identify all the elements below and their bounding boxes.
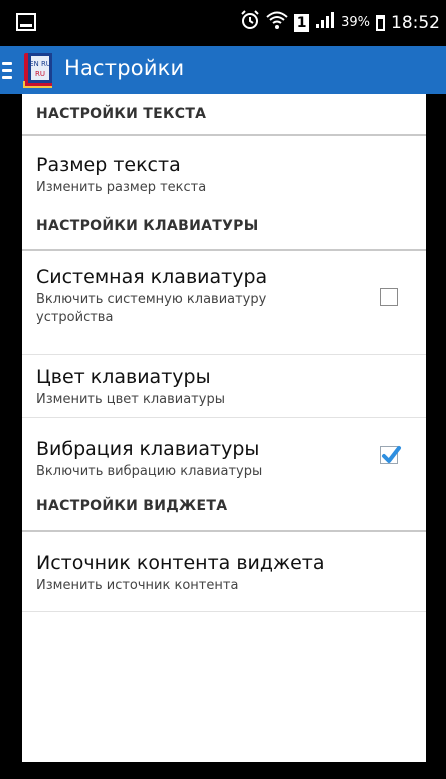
pref-title: Цвет клавиатуры <box>36 366 211 388</box>
svg-text:EN RU: EN RU <box>29 60 51 68</box>
app-logo-icon: EN RU RU <box>20 51 58 89</box>
section-label: НАСТРОЙКИ ТЕКСТА <box>36 106 207 122</box>
pref-summary: Включить вибрацию клавиатуры <box>36 464 263 479</box>
battery-icon <box>376 14 385 31</box>
wifi-icon <box>266 10 288 35</box>
pref-divider <box>22 611 426 612</box>
pref-keyboard-color[interactable]: Цвет клавиатуры Изменить цвет клавиатуры <box>22 366 426 418</box>
pref-title: Источник контента виджета <box>36 552 325 574</box>
pref-text-size[interactable]: Размер текста Изменить размер текста <box>22 154 426 214</box>
pref-system-keyboard[interactable]: Системная клавиатура Включить системную … <box>22 266 426 356</box>
signal-icon <box>315 11 335 34</box>
svg-text:RU: RU <box>35 70 45 78</box>
pref-summary: Изменить размер текста <box>36 180 207 195</box>
clock: 18:52 <box>391 12 440 33</box>
alarm-icon <box>240 10 260 35</box>
pref-summary: Изменить источник контента <box>36 578 239 593</box>
sim-slot-badge: 1 <box>294 13 310 32</box>
section-header-text: НАСТРОЙКИ ТЕКСТА <box>22 106 426 136</box>
pref-divider <box>22 354 426 355</box>
settings-list: НАСТРОЙКИ ТЕКСТА Размер текста Изменить … <box>22 94 426 762</box>
status-icons: 1 39% 18:52 <box>240 10 440 35</box>
pref-summary: Изменить цвет клавиатуры <box>36 392 225 407</box>
checkmark-icon <box>382 446 401 463</box>
pref-divider <box>22 417 426 418</box>
status-bar: 1 39% 18:52 <box>0 0 446 46</box>
bottom-edge <box>0 762 446 779</box>
section-label: НАСТРОЙКИ ВИДЖЕТА <box>36 498 228 514</box>
pref-keyboard-vibration[interactable]: Вибрация клавиатуры Включить вибрацию кл… <box>22 438 426 488</box>
phone-screen: 1 39% 18:52 EN RU RU Настройки НАСТРОЙКИ… <box>0 0 446 779</box>
pref-widget-source[interactable]: Источник контента виджета Изменить источ… <box>22 552 426 604</box>
pref-summary: Включить системную клавиатуру устройства <box>36 292 267 325</box>
pref-title: Системная клавиатура <box>36 266 268 288</box>
system-keyboard-checkbox[interactable] <box>380 288 398 306</box>
menu-icon[interactable] <box>2 56 18 84</box>
section-label: НАСТРОЙКИ КЛАВИАТУРЫ <box>36 218 259 234</box>
gallery-icon <box>16 13 36 31</box>
section-header-keyboard: НАСТРОЙКИ КЛАВИАТУРЫ <box>22 218 426 251</box>
pref-title: Размер текста <box>36 154 181 176</box>
pref-title: Вибрация клавиатуры <box>36 438 260 460</box>
keyboard-vibration-checkbox[interactable] <box>380 446 401 464</box>
section-header-widget: НАСТРОЙКИ ВИДЖЕТА <box>22 498 426 532</box>
battery-percent: 39% <box>341 15 370 30</box>
app-title: Настройки <box>64 56 185 80</box>
app-bar[interactable]: EN RU RU Настройки <box>0 46 446 94</box>
